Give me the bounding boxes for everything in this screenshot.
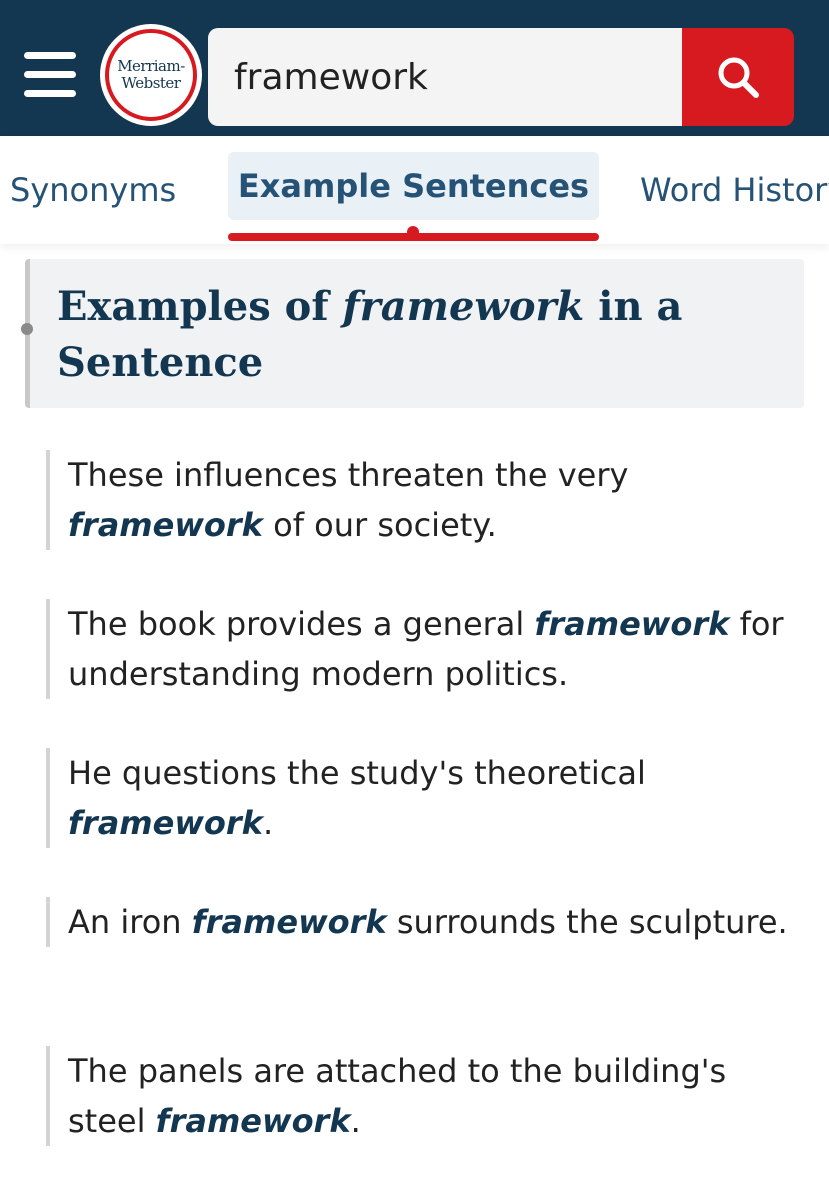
highlighted-word: framework: [534, 605, 730, 643]
tab-synonyms[interactable]: Synonyms: [10, 156, 176, 224]
example-sentence: The panels are attached to the building'…: [46, 1046, 806, 1146]
example-sentence: He questions the study's theoretical fra…: [46, 748, 806, 848]
search-icon: [718, 57, 759, 98]
heading-marker: [21, 323, 33, 335]
heading-prefix: Examples of: [57, 283, 343, 330]
logo-text-line2: Webster: [121, 74, 181, 92]
site-header: Merriam- Webster: [0, 0, 829, 136]
example-sentence: An iron framework surrounds the sculptur…: [46, 897, 806, 947]
search-input[interactable]: [208, 28, 682, 126]
tab-example-sentences[interactable]: Example Sentences: [228, 152, 599, 220]
tab-word-history[interactable]: Word History: [640, 156, 829, 224]
heading-word: framework: [342, 283, 585, 330]
highlighted-word: framework: [191, 903, 387, 941]
example-sentence: These influences threaten the very frame…: [46, 450, 806, 550]
search-button[interactable]: [682, 28, 794, 126]
merriam-webster-logo[interactable]: Merriam- Webster: [100, 24, 202, 126]
search-bar: [208, 28, 794, 126]
examples-heading: Examples of framework in a Sentence: [57, 279, 777, 391]
highlighted-word: framework: [68, 506, 263, 544]
logo-text-line1: Merriam-: [117, 57, 185, 75]
section-tabs: Synonyms Example Sentences Word History: [0, 136, 829, 244]
example-sentence: The book provides a general framework fo…: [46, 599, 806, 699]
highlighted-word: framework: [155, 1102, 351, 1140]
active-tab-indicator: [407, 226, 419, 238]
hamburger-menu-icon[interactable]: [24, 52, 78, 100]
highlighted-word: framework: [68, 804, 263, 842]
examples-heading-box: Examples of framework in a Sentence: [21, 259, 804, 408]
